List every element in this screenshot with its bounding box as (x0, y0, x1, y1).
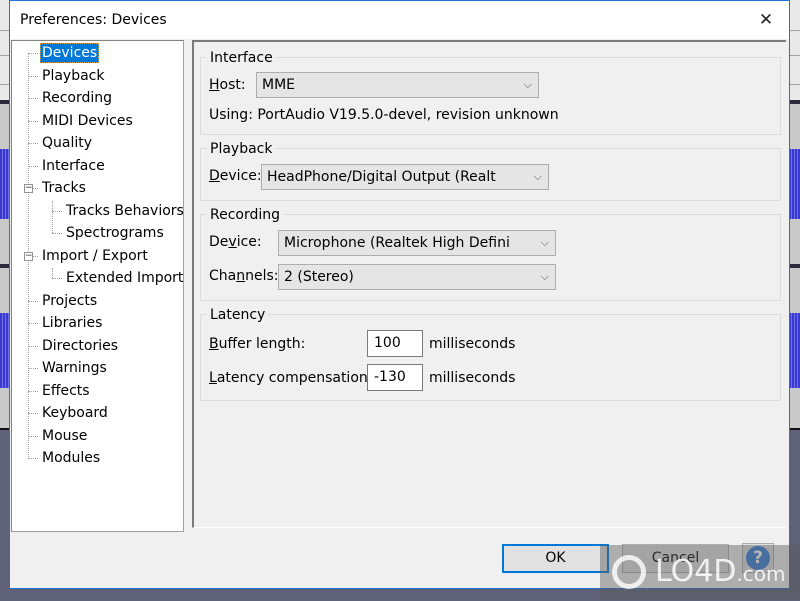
tree-item-tracks[interactable]: Tracks (40, 178, 88, 198)
latency-compensation-unit: milliseconds (429, 370, 516, 386)
tree-connector (28, 165, 38, 167)
tree-connector (28, 323, 38, 324)
close-icon: ✕ (758, 10, 774, 30)
tree-connector (52, 233, 62, 234)
watermark-text: LO4D (655, 554, 737, 589)
dialog-title: Preferences: Devices (20, 12, 167, 28)
tree-item-playback[interactable]: Playback (40, 66, 106, 86)
latency-compensation-label: Latency compensation: (209, 370, 372, 386)
tree-item-midi-devices[interactable]: MIDI Devices (40, 111, 135, 131)
channels-value: 2 (Stereo) (284, 269, 354, 285)
recording-group: Recording Device: Microphone (Realtek Hi… (200, 207, 781, 301)
tree-connector (28, 143, 38, 144)
channels-label-pre: Cha (209, 268, 237, 284)
latency-group-label: Latency (207, 307, 269, 323)
tree-item-interface[interactable]: Interface (40, 156, 107, 176)
portaudio-version-text: Using: PortAudio V19.5.0-devel, revision… (209, 107, 559, 123)
tree-item-recording[interactable]: Recording (40, 88, 114, 108)
tree-item-spectrograms[interactable]: Spectrograms (64, 223, 166, 243)
host-label: Host: (209, 77, 246, 93)
latency-comp-mnemonic: L (209, 370, 217, 386)
playback-device-dropdown[interactable]: HeadPhone/Digital Output (Realt ⌵ (261, 164, 549, 190)
tree-item-projects[interactable]: Projects (40, 291, 99, 311)
buffer-label-text: uffer length: (218, 336, 306, 352)
watermark-suffix: .com (736, 562, 786, 586)
recording-group-label: Recording (207, 207, 284, 223)
collapse-icon[interactable]: − (24, 251, 33, 261)
interface-group-label: Interface (207, 50, 276, 66)
chevron-down-icon: ⌵ (540, 270, 549, 283)
tree-item-warnings[interactable]: Warnings (40, 358, 109, 378)
recording-device-dropdown[interactable]: Microphone (Realtek High Defini ⌵ (278, 230, 556, 256)
latency-compensation-input[interactable]: -130 (367, 364, 423, 391)
tree-connector (28, 300, 38, 302)
interface-group: Interface Host: MME ⌵ Using: PortAudio V… (200, 50, 781, 135)
recording-device-label-post: ice: (236, 234, 262, 250)
title-bar[interactable]: Preferences: Devices ✕ (10, 1, 789, 39)
buffer-length-input[interactable]: 100 (367, 330, 423, 357)
devices-panel: Interface Host: MME ⌵ Using: PortAudio V… (192, 40, 786, 528)
tree-connector (52, 278, 62, 279)
watermark-logo-icon (612, 555, 646, 589)
channels-label-post: nels: (245, 268, 279, 284)
preferences-category-tree[interactable]: Devices Playback Recording MIDI Devices Qual… (11, 40, 184, 532)
tree-item-quality[interactable]: Quality (40, 133, 94, 153)
tree-item-extended-import[interactable]: Extended Import (64, 268, 185, 288)
tree-connector (52, 268, 53, 278)
tree-item-libraries[interactable]: Libraries (40, 313, 104, 333)
recording-device-value: Microphone (Realtek High Defini (284, 235, 510, 251)
chevron-down-icon: ⌵ (533, 170, 542, 183)
collapse-icon[interactable]: − (24, 184, 33, 193)
tree-item-keyboard[interactable]: Keyboard (40, 403, 110, 423)
tree-connector (28, 435, 38, 437)
tree-connector (28, 458, 38, 459)
playback-device-value: HeadPhone/Digital Output (Realt (267, 169, 496, 185)
playback-group: Playback Device: HeadPhone/Digital Outpu… (200, 141, 781, 201)
host-label-mnemonic: H (209, 77, 220, 93)
tree-item-devices[interactable]: Devices (40, 43, 100, 63)
preferences-dialog: Preferences: Devices ✕ Devices Playback Re… (9, 0, 790, 589)
chevron-down-icon: ⌵ (523, 78, 532, 91)
playback-device-label-text: evice: (219, 168, 262, 184)
tree-connector (28, 345, 38, 347)
buffer-length-label: Buffer length: (209, 336, 305, 352)
tree-item-directories[interactable]: Directories (40, 336, 120, 356)
tree-connector (28, 390, 38, 392)
latency-group: Latency Buffer length: 100 milliseconds … (200, 307, 781, 401)
tree-item-modules[interactable]: Modules (40, 448, 102, 468)
buffer-length-unit: milliseconds (429, 336, 516, 352)
recording-device-label: Device: (209, 234, 262, 250)
recording-device-label-pre: De (209, 234, 229, 250)
playback-device-mnemonic: D (209, 168, 220, 184)
buffer-mnemonic: B (209, 336, 219, 352)
host-value: MME (262, 77, 296, 93)
latency-comp-label-text: atency compensation: (216, 370, 373, 386)
tree-connector (28, 53, 38, 54)
tree-connector (52, 201, 53, 233)
tree-connector (52, 210, 62, 212)
channels-label: Channels: (209, 268, 279, 284)
tree-connector (28, 120, 38, 122)
recording-device-mnemonic: v (228, 234, 237, 250)
chevron-down-icon: ⌵ (540, 236, 549, 249)
tree-connector (28, 98, 38, 99)
playback-group-label: Playback (207, 141, 276, 157)
tree-connector (28, 75, 38, 77)
tree-item-tracks-behaviors[interactable]: Tracks Behaviors (64, 201, 186, 221)
tree-connector (28, 368, 38, 369)
tree-connector (28, 413, 38, 414)
playback-device-label: Device: (209, 168, 262, 184)
watermark: LO4D.com (600, 545, 800, 599)
channels-dropdown[interactable]: 2 (Stereo) ⌵ (278, 264, 556, 290)
tree-item-mouse[interactable]: Mouse (40, 426, 89, 446)
ok-button[interactable]: OK (502, 544, 609, 573)
tree-item-import-export[interactable]: Import / Export (40, 246, 150, 266)
tree-item-effects[interactable]: Effects (40, 381, 92, 401)
channels-mnemonic: n (236, 268, 246, 284)
host-dropdown[interactable]: MME ⌵ (256, 72, 539, 98)
close-button[interactable]: ✕ (743, 1, 789, 39)
host-label-text: ost: (219, 77, 246, 93)
